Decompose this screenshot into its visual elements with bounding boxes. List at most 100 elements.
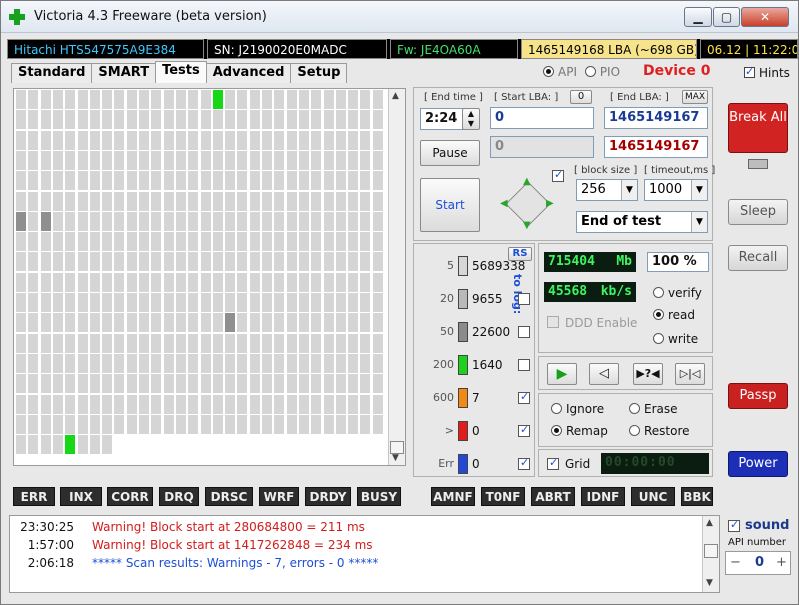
block-cell	[102, 394, 113, 414]
api-number-spinner[interactable]: − 0 +	[725, 551, 791, 575]
log-scroll-down-icon[interactable]: ▼	[706, 578, 713, 588]
block-cell	[237, 293, 248, 312]
block-cell	[139, 150, 149, 170]
pause-button[interactable]: Pause	[420, 140, 480, 166]
verify-radio[interactable]: verify	[653, 286, 702, 300]
block-map-scrollbar[interactable]: ▲ ▼	[388, 89, 405, 465]
end-lba-field[interactable]: 1465149167	[604, 107, 708, 129]
break-all-button[interactable]: Break All	[728, 103, 788, 153]
start-button[interactable]: Start	[420, 178, 480, 232]
block-cell	[360, 110, 371, 130]
end-time-field[interactable]: 2:24	[420, 108, 468, 130]
tab-setup[interactable]: Setup	[290, 63, 348, 83]
to-log-checkbox[interactable]	[518, 293, 530, 305]
block-cell	[77, 414, 88, 434]
ignore-radio[interactable]: Ignore	[551, 402, 604, 416]
maximize-button[interactable]: ▢	[713, 7, 740, 27]
write-radio[interactable]: write	[653, 332, 698, 346]
tab-advanced[interactable]: Advanced	[205, 63, 292, 83]
remap-radio[interactable]: Remap	[551, 424, 608, 438]
stat-threshold: 200	[433, 358, 454, 371]
close-button[interactable]: ✕	[741, 7, 789, 27]
block-cell	[348, 353, 359, 373]
stat-swatch	[458, 289, 468, 309]
flag-busy: BUSY	[357, 487, 401, 506]
to-log-checkbox[interactable]	[518, 456, 530, 470]
block-map	[16, 90, 386, 464]
rewind-icon[interactable]: ◁	[589, 363, 619, 385]
restore-radio[interactable]: Restore	[629, 424, 690, 438]
log-scroll-up-icon[interactable]: ▲	[706, 518, 713, 528]
erase-radio[interactable]: Erase	[629, 402, 678, 416]
log-scroll-thumb[interactable]	[704, 544, 718, 558]
scroll-up-icon[interactable]: ▲	[392, 91, 399, 101]
block-cell	[286, 313, 297, 333]
arrow-up-icon[interactable]: ▲	[523, 176, 531, 187]
recall-button[interactable]: Recall	[728, 245, 788, 271]
passp-button[interactable]: Passp	[728, 383, 788, 409]
hints-checkbox[interactable]: Hints	[744, 65, 790, 80]
random-seek-icon[interactable]: ▶?◀	[633, 363, 663, 385]
block-cell	[65, 394, 76, 414]
read-radio[interactable]: read	[653, 308, 695, 322]
block-cell	[77, 150, 88, 170]
block-cell	[77, 313, 88, 333]
arrow-left-icon[interactable]: ◀	[500, 198, 508, 209]
block-cell	[200, 353, 211, 373]
api-radio[interactable]: API	[543, 65, 577, 79]
to-log-checkbox[interactable]	[518, 326, 530, 338]
write-radio-dot	[653, 333, 664, 344]
to-log-checkbox[interactable]	[518, 390, 530, 404]
block-cell	[274, 171, 285, 191]
api-number-minus[interactable]: −	[730, 555, 741, 570]
scroll-down-icon[interactable]: ▼	[392, 453, 399, 463]
to-log-checkbox[interactable]	[518, 423, 530, 437]
direction-checkbox[interactable]	[552, 168, 564, 182]
end-lba-max-button[interactable]: MAX	[682, 90, 708, 104]
to-log-checkbox[interactable]	[518, 359, 530, 371]
end-seek-icon[interactable]: ▷|◁	[675, 363, 705, 385]
ddd-enable-checkbox[interactable]	[547, 316, 559, 328]
stat-swatch	[458, 421, 468, 441]
block-cell	[335, 333, 346, 353]
block-cell	[102, 293, 113, 312]
pio-radio[interactable]: PIO	[584, 65, 620, 79]
block-cell	[323, 110, 334, 130]
timeout-select[interactable]: 1000 ▼	[644, 179, 708, 201]
readout-panel: 715404 Mb 100 % 45568 kb/s verify read wri…	[538, 243, 713, 353]
block-cell	[65, 414, 76, 434]
play-icon[interactable]: ▶	[547, 363, 577, 385]
arrow-right-icon[interactable]: ▶	[546, 198, 554, 209]
power-button[interactable]: Power	[728, 451, 788, 477]
direction-pad[interactable]: ▲ ▼ ◀ ▶	[498, 174, 558, 234]
block-cell	[274, 353, 285, 373]
block-cell	[188, 171, 199, 191]
block-cell	[360, 171, 371, 191]
arrow-down-icon[interactable]: ▼	[523, 220, 531, 231]
block-cell	[311, 191, 322, 211]
flag-err: ERR	[13, 487, 55, 506]
write-label: write	[668, 332, 699, 346]
tab-tests[interactable]: Tests	[155, 61, 207, 83]
minimize-button[interactable]: ▁	[684, 7, 712, 27]
device-label: Device 0	[643, 63, 711, 79]
title-bar: Victoria 4.3 Freeware (beta version) ▁ ▢…	[1, 1, 798, 33]
timeout-value: 1000	[649, 182, 683, 197]
sleep-button[interactable]: Sleep	[728, 199, 788, 225]
block-cell	[28, 353, 39, 373]
block-cell	[52, 252, 63, 272]
api-number-plus[interactable]: +	[776, 555, 787, 570]
grid-checkbox[interactable]	[547, 456, 559, 470]
tab-smart[interactable]: SMART	[91, 63, 157, 83]
sound-checkbox[interactable]	[728, 518, 740, 532]
block-size-select[interactable]: 256 ▼	[576, 179, 638, 201]
start-lba-zero-button[interactable]: 0	[570, 90, 592, 104]
block-cell	[151, 232, 162, 252]
log-scrollbar[interactable]: ▲ ▼	[702, 516, 719, 592]
block-cell	[151, 293, 162, 312]
start-lba-field[interactable]: 0	[490, 107, 594, 129]
block-cell	[274, 414, 285, 434]
tab-standard[interactable]: Standard	[11, 63, 93, 83]
end-action-select[interactable]: End of test ▼	[576, 211, 708, 233]
end-time-spinner[interactable]: ▲ ▼	[462, 108, 480, 130]
